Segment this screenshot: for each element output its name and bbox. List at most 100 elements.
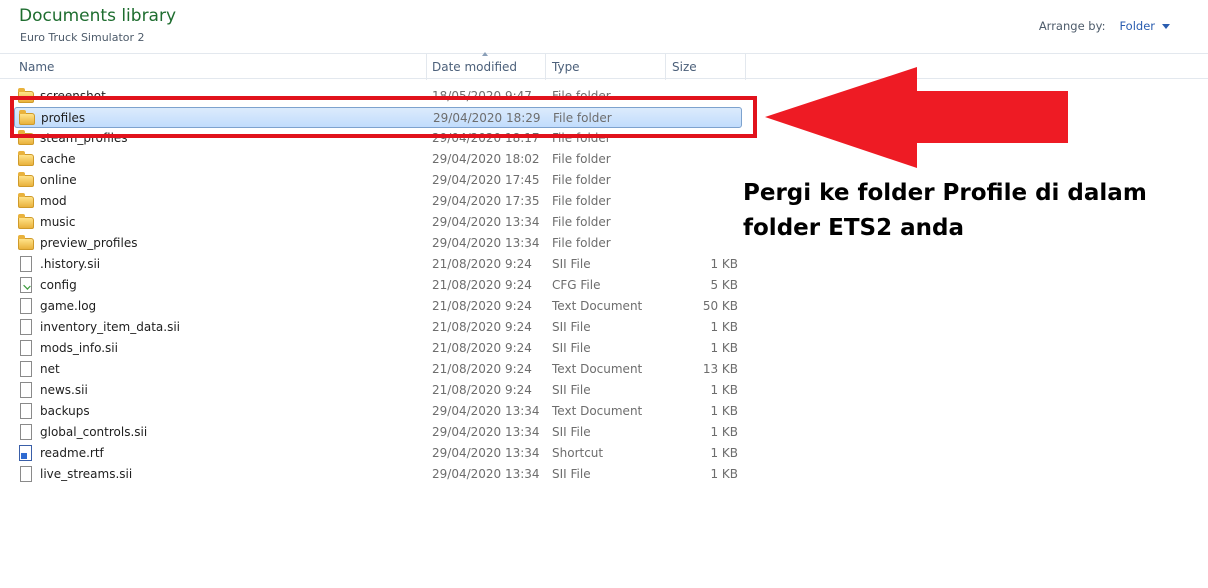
annotation-arrow-icon <box>765 67 1068 168</box>
column-name[interactable]: Name <box>13 54 427 80</box>
file-date: 29/04/2020 17:35 <box>432 194 540 208</box>
file-date: 29/04/2020 13:34 <box>432 404 540 418</box>
file-row-readme-rtf[interactable]: readme.rtf 29/04/2020 13:34 Shortcut 1 KB <box>14 443 742 464</box>
file-row-music[interactable]: music 29/04/2020 13:34 File folder <box>14 212 742 233</box>
file-name: backups <box>40 404 90 418</box>
file-size: 13 KB <box>702 362 738 376</box>
chevron-down-icon <box>1162 23 1170 29</box>
file-type: Text Document <box>552 299 643 313</box>
file-size: 1 KB <box>710 404 738 418</box>
file-size: 1 KB <box>710 341 738 355</box>
arrange-by-dropdown[interactable]: Folder <box>1119 19 1170 33</box>
column-type[interactable]: Type <box>546 54 666 80</box>
file-row-global-controls-sii[interactable]: global_controls.sii 29/04/2020 13:34 SII F… <box>14 422 742 443</box>
file-row-net[interactable]: net 21/08/2020 9:24 Text Document 13 KB <box>14 359 742 380</box>
cfg-icon <box>20 277 32 293</box>
file-icon <box>20 361 32 377</box>
file-type: SII File <box>552 257 591 271</box>
file-row-live-streams-sii[interactable]: live_streams.sii 29/04/2020 13:34 SII File… <box>14 464 742 485</box>
file-size: 1 KB <box>710 467 738 481</box>
file-name: cache <box>40 152 76 166</box>
folder-icon <box>18 151 34 166</box>
file-date: 29/04/2020 13:34 <box>432 215 540 229</box>
file-date: 29/04/2020 17:45 <box>432 173 540 187</box>
file-date: 21/08/2020 9:24 <box>432 320 532 334</box>
file-row-backups[interactable]: backups 29/04/2020 13:34 Text Document 1 KB <box>14 401 742 422</box>
file-size: 1 KB <box>710 320 738 334</box>
annotation-highlight-box <box>10 96 757 138</box>
file-name: inventory_item_data.sii <box>40 320 180 334</box>
file-size: 1 KB <box>710 257 738 271</box>
file-row-cache[interactable]: cache 29/04/2020 18:02 File folder <box>14 149 742 170</box>
file-name: readme.rtf <box>40 446 104 460</box>
file-size: 1 KB <box>710 383 738 397</box>
file-type: CFG File <box>552 278 601 292</box>
arrange-by: Arrange by: Folder <box>1039 19 1170 33</box>
file-date: 29/04/2020 13:34 <box>432 425 540 439</box>
file-icon <box>20 340 32 356</box>
file-icon <box>20 382 32 398</box>
file-type: File folder <box>552 152 611 166</box>
file-row-game-log[interactable]: game.log 21/08/2020 9:24 Text Document 50 K… <box>14 296 742 317</box>
file-type: Text Document <box>552 362 643 376</box>
folder-icon <box>18 214 34 229</box>
file-row-mod[interactable]: mod 29/04/2020 17:35 File folder <box>14 191 742 212</box>
column-size[interactable]: Size <box>666 54 746 80</box>
folder-icon <box>18 235 34 250</box>
file-type: SII File <box>552 383 591 397</box>
file-date: 21/08/2020 9:24 <box>432 299 532 313</box>
file-row-news-sii[interactable]: news.sii 21/08/2020 9:24 SII File 1 KB <box>14 380 742 401</box>
file-name: mods_info.sii <box>40 341 118 355</box>
annotation-text: Pergi ke folder Profile di dalam folder … <box>743 180 1147 241</box>
file-row-history-sii[interactable]: .history.sii 21/08/2020 9:24 SII File 1 KB <box>14 254 742 275</box>
library-header: Documents library Euro Truck Simulator 2… <box>0 0 1208 50</box>
file-date: 21/08/2020 9:24 <box>432 278 532 292</box>
file-name: music <box>40 215 76 229</box>
file-type: File folder <box>552 194 611 208</box>
file-type: SII File <box>552 341 591 355</box>
file-type: Shortcut <box>552 446 604 460</box>
file-date: 29/04/2020 13:34 <box>432 446 540 460</box>
library-title: Documents library <box>19 6 177 26</box>
file-type: Text Document <box>552 404 643 418</box>
arrange-by-value: Folder <box>1119 19 1155 33</box>
arrange-by-label: Arrange by: <box>1038 19 1106 33</box>
file-date: 29/04/2020 13:34 <box>432 467 540 481</box>
file-name: game.log <box>40 299 97 313</box>
column-date-modified[interactable]: Date modified <box>426 54 546 80</box>
file-name: global_controls.sii <box>40 425 148 439</box>
file-row-inventory-item-data-sii[interactable]: inventory_item_data.sii 21/08/2020 9:24 SI… <box>14 317 742 338</box>
file-date: 21/08/2020 9:24 <box>432 341 532 355</box>
file-date: 29/04/2020 18:02 <box>432 152 540 166</box>
file-size: 5 KB <box>710 278 738 292</box>
file-row-online[interactable]: online 29/04/2020 17:45 File folder <box>14 170 742 191</box>
file-type: File folder <box>552 173 611 187</box>
file-name: mod <box>40 194 67 208</box>
file-name: online <box>40 173 77 187</box>
file-name: .history.sii <box>40 257 101 271</box>
file-row-mods-info-sii[interactable]: mods_info.sii 21/08/2020 9:24 SII File 1 KB <box>14 338 742 359</box>
file-icon <box>20 319 32 335</box>
file-name: news.sii <box>40 383 88 397</box>
file-name: preview_profiles <box>40 236 138 250</box>
file-type: SII File <box>552 467 591 481</box>
folder-icon <box>18 172 34 187</box>
file-name: live_streams.sii <box>40 467 133 481</box>
file-date: 29/04/2020 13:34 <box>432 236 540 250</box>
file-type: SII File <box>552 425 591 439</box>
file-row-preview-profiles[interactable]: preview_profiles 29/04/2020 13:34 File fol… <box>14 233 742 254</box>
file-icon <box>20 256 32 272</box>
shortcut-icon <box>19 445 32 461</box>
file-size: 1 KB <box>710 446 738 460</box>
file-name: net <box>40 362 60 376</box>
file-type: File folder <box>552 215 611 229</box>
folder-icon <box>18 193 34 208</box>
file-icon <box>20 466 32 482</box>
file-date: 21/08/2020 9:24 <box>432 257 532 271</box>
file-type: SII File <box>552 320 591 334</box>
file-icon <box>20 424 32 440</box>
file-size: 1 KB <box>710 425 738 439</box>
file-date: 21/08/2020 9:24 <box>432 383 532 397</box>
file-icon <box>20 403 32 419</box>
file-row-config[interactable]: config 21/08/2020 9:24 CFG File 5 KB <box>14 275 742 296</box>
